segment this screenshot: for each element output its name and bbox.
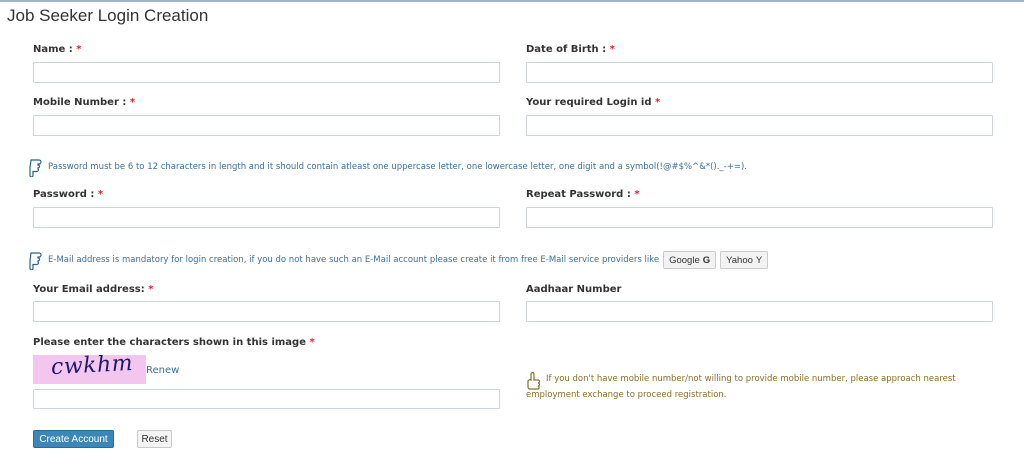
pointing-hand-icon xyxy=(29,252,42,270)
required-mark: * xyxy=(129,97,136,108)
required-mark: * xyxy=(634,189,640,200)
mobile-info-text: If you don't have mobile number/not will… xyxy=(526,371,996,403)
email-hint: E-Mail address is mandatory for login cr… xyxy=(28,250,769,270)
repeat-password-label: Repeat Password : xyxy=(526,189,631,200)
name-label-group: Name : * xyxy=(33,44,82,55)
google-button[interactable]: Google G xyxy=(663,251,717,269)
email-input[interactable] xyxy=(33,301,500,322)
aadhaar-input[interactable] xyxy=(526,301,993,322)
repeat-password-label-group: Repeat Password : * xyxy=(526,189,640,200)
password-input[interactable] xyxy=(33,207,500,228)
password-hint-text: Password must be 6 to 12 characters in l… xyxy=(48,162,747,172)
captcha-image: cwkhm xyxy=(33,355,146,384)
required-mark: * xyxy=(655,97,661,108)
email-hint-text: E-Mail address is mandatory for login cr… xyxy=(48,255,660,265)
yahoo-icon: Y xyxy=(755,254,763,266)
captcha-label: Please enter the characters shown in thi… xyxy=(33,337,306,348)
aadhaar-label: Aadhaar Number xyxy=(526,284,622,295)
mobile-label: Mobile Number : xyxy=(33,97,127,108)
yahoo-label: Yahoo xyxy=(726,254,753,266)
google-icon: G xyxy=(702,254,711,266)
dob-label-group: Date of Birth : * xyxy=(526,44,615,55)
mobile-label-group: Mobile Number : * xyxy=(33,97,135,108)
top-border xyxy=(0,0,1024,2)
required-mark: * xyxy=(97,189,104,200)
required-mark: * xyxy=(609,44,615,55)
login-id-input[interactable] xyxy=(526,115,993,136)
captcha-text: cwkhm xyxy=(50,355,134,381)
required-mark: * xyxy=(309,337,315,348)
captcha-label-group: Please enter the characters shown in thi… xyxy=(33,337,315,348)
name-label: Name : xyxy=(33,44,73,55)
login-id-label: Your required Login id xyxy=(526,97,652,108)
name-input[interactable] xyxy=(33,62,500,83)
page-title: Job Seeker Login Creation xyxy=(7,6,209,25)
password-label: Password : xyxy=(33,189,95,200)
reset-button[interactable]: Reset xyxy=(137,430,172,448)
password-label-group: Password : * xyxy=(33,189,103,200)
create-account-button[interactable]: Create Account xyxy=(33,430,114,448)
pointing-hand-icon xyxy=(29,159,42,177)
required-mark: * xyxy=(148,284,154,295)
dob-input[interactable] xyxy=(526,62,993,83)
mobile-input[interactable] xyxy=(33,115,500,136)
dob-label: Date of Birth : xyxy=(526,44,607,55)
password-hint: Password must be 6 to 12 characters in l… xyxy=(28,157,747,177)
mobile-info-text-body: If you don't have mobile number/not will… xyxy=(526,374,956,400)
email-label-group: Your Email address: * xyxy=(33,284,153,295)
yahoo-button[interactable]: Yahoo Y xyxy=(720,251,769,269)
repeat-password-input[interactable] xyxy=(526,207,993,228)
email-label: Your Email address: xyxy=(33,284,145,295)
login-id-label-group: Your required Login id * xyxy=(526,97,660,108)
renew-link[interactable]: Renew xyxy=(146,365,179,376)
google-label: Google xyxy=(669,254,700,266)
required-mark: * xyxy=(76,44,82,55)
captcha-input[interactable] xyxy=(33,389,500,409)
